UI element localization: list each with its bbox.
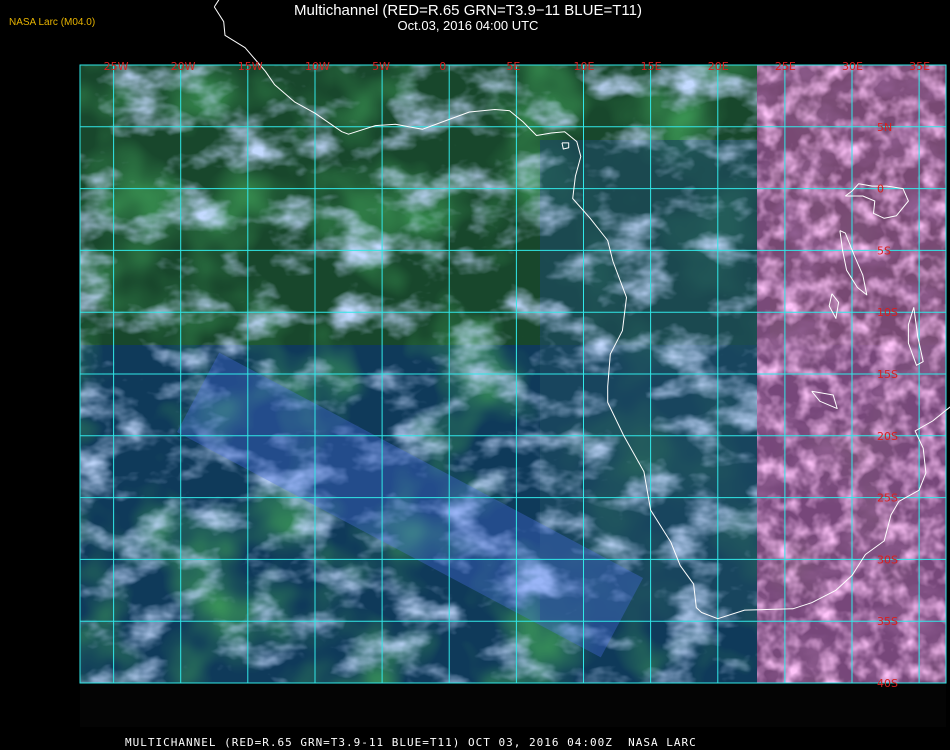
brand-label: NASA Larc (M04.0)	[9, 17, 96, 28]
longitude-label: 10W	[305, 60, 330, 73]
latitude-label: 10S	[877, 306, 898, 319]
longitude-label: 30E	[842, 60, 863, 73]
satellite-map: 25W 20W 15W 10W 5W 0 5E 10E 15E 20E 25E 30E 35E 5N 0 5S…	[79, 0, 950, 727]
latitude-label: 5S	[877, 244, 891, 257]
map-timestamp: Oct.03, 2016 04:00 UTC	[397, 18, 539, 33]
longitude-label: 35E	[909, 60, 930, 73]
latitude-label: 25S	[877, 492, 898, 505]
footer-caption: MULTICHANNEL (RED=R.65 GRN=T3.9-11 BLUE=…	[125, 736, 697, 749]
latitude-label: 30S	[877, 553, 898, 566]
longitude-label: 25E	[775, 60, 796, 73]
longitude-label: 15E	[641, 60, 662, 73]
latitude-label: 35S	[877, 615, 898, 628]
longitude-label: 20W	[171, 60, 196, 73]
longitude-label: 25W	[104, 60, 129, 73]
longitude-label: 15W	[238, 60, 263, 73]
latitude-label: 0	[877, 183, 884, 196]
longitude-label: 5E	[506, 60, 520, 73]
lower-band	[80, 683, 946, 727]
map-title: Multichannel (RED=R.65 GRN=T3.9−11 BLUE=…	[294, 2, 642, 19]
longitude-label: 10E	[574, 60, 595, 73]
latitude-label: 5N	[877, 121, 892, 134]
latitude-label: 20S	[877, 430, 898, 443]
longitude-label: 5W	[372, 60, 390, 73]
latitude-label: 40S	[877, 677, 898, 690]
longitude-label: 20E	[708, 60, 729, 73]
latitude-label: 15S	[877, 368, 898, 381]
longitude-label: 0	[439, 60, 446, 73]
